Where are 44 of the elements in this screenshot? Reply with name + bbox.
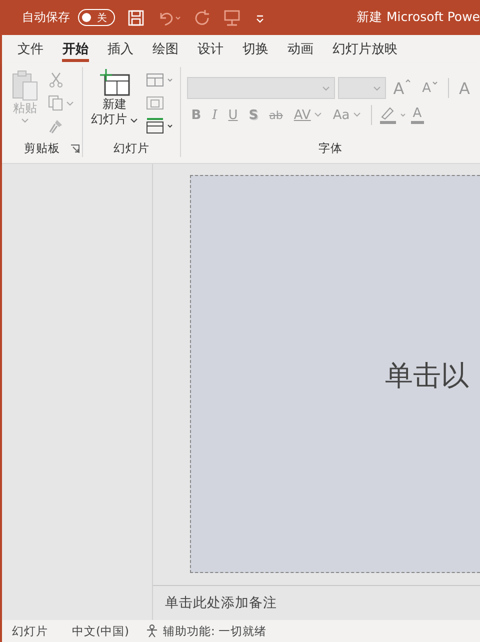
slide-indicator[interactable]: 幻灯片 (12, 624, 48, 638)
ribbon-tab[interactable]: 插入 (98, 35, 143, 63)
ribbon-tab[interactable]: 动画 (278, 35, 323, 63)
ribbon-tab[interactable]: 设计 (188, 35, 233, 63)
new-slide-icon (98, 69, 131, 97)
cut-icon[interactable] (48, 72, 64, 88)
layout-icon[interactable] (146, 72, 174, 88)
ribbon-tab[interactable]: 幻灯片放映 (323, 35, 407, 63)
ribbon-tab[interactable]: 绘图 (143, 35, 188, 63)
presentation-icon[interactable] (223, 8, 241, 26)
clipboard-icon (10, 69, 40, 101)
highlight-icon[interactable] (378, 105, 408, 125)
copy-icon[interactable] (48, 94, 74, 111)
caret-icon (373, 86, 382, 91)
redo-icon[interactable] (193, 8, 211, 26)
new-slide-button[interactable]: 新建 幻灯片 (89, 67, 140, 139)
accessibility-icon[interactable] (144, 624, 159, 638)
ribbon-tab[interactable]: 切换 (233, 35, 278, 63)
font-size-field[interactable] (338, 77, 386, 99)
window-title: 新建 Microsoft Powe (356, 9, 480, 26)
group-label: 幻灯片 (114, 140, 150, 156)
ribbon-tab[interactable]: 开始 (53, 35, 98, 63)
dialog-launcher-icon[interactable] (70, 144, 80, 154)
autosave-toggle[interactable]: 关 (78, 9, 115, 26)
section-icon[interactable] (146, 118, 174, 134)
notes-field[interactable]: 单击此处添加备注 (153, 586, 480, 620)
save-icon[interactable] (127, 8, 145, 26)
caret-up-icon (405, 78, 412, 82)
accessibility-status[interactable]: 辅助功能: 一切就绪 (162, 624, 267, 638)
format-painter-icon[interactable] (48, 118, 64, 134)
caret-icon (21, 118, 29, 123)
caret-icon (130, 118, 138, 123)
ribbon-tab[interactable]: 文件 (8, 35, 53, 63)
autosave-label: 自动保存 (22, 9, 70, 26)
caret-icon (432, 80, 438, 84)
group-label: 字体 (318, 140, 343, 156)
font-name-field[interactable] (187, 77, 336, 99)
reset-icon[interactable] (146, 94, 164, 111)
caret-icon (352, 112, 361, 118)
caret-icon (314, 112, 322, 118)
title-placeholder[interactable]: 单击以 (385, 353, 469, 395)
group-label: 剪贴板 (24, 140, 60, 156)
language-indicator[interactable]: 中文(中国) (72, 624, 129, 638)
caret-icon (322, 86, 330, 91)
